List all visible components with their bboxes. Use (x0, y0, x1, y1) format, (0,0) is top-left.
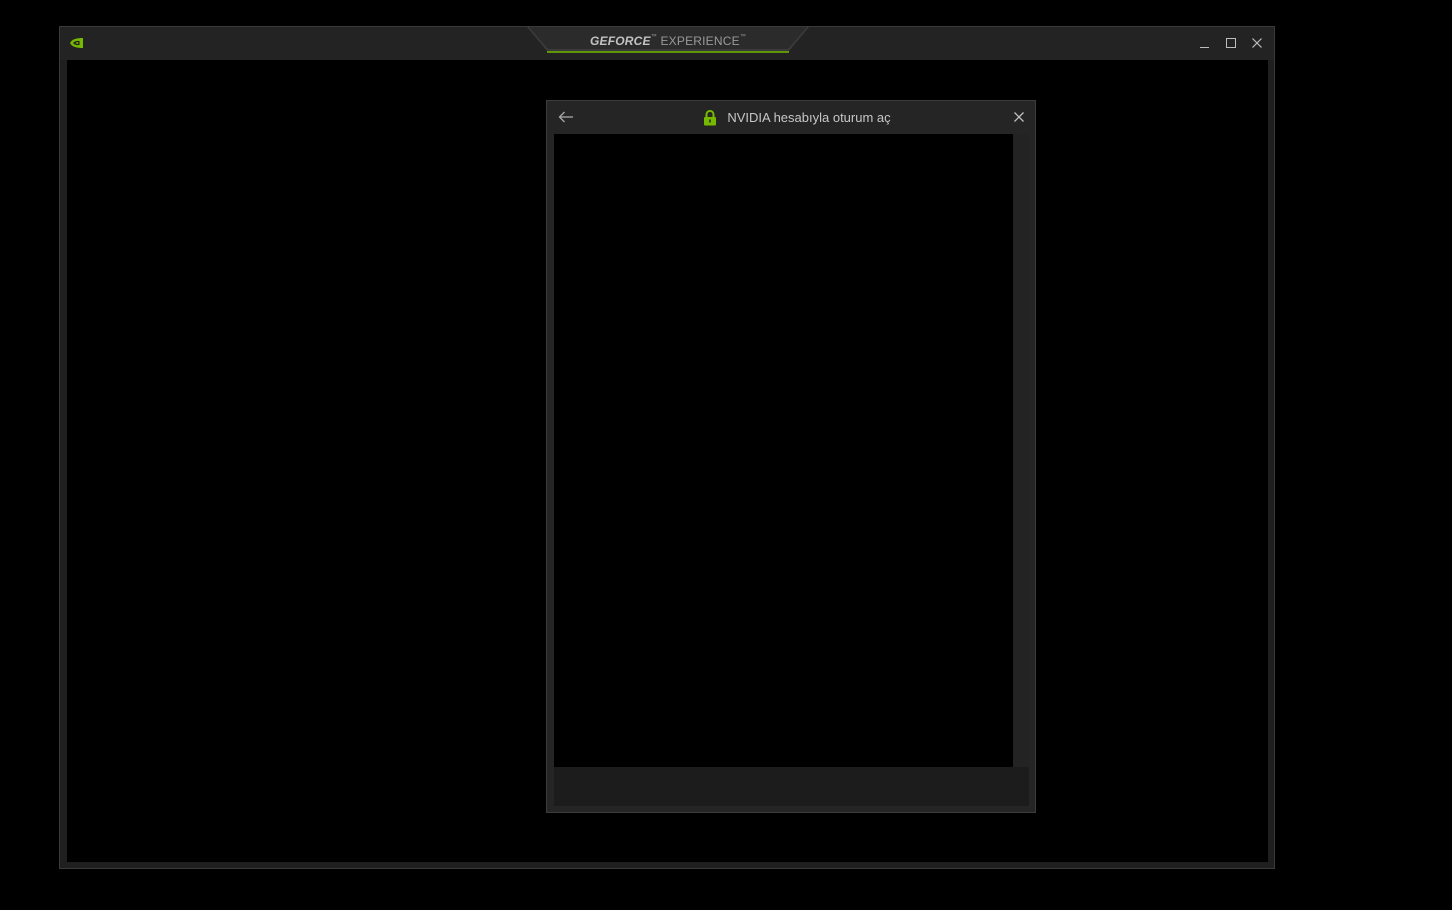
sign-in-webview-content[interactable] (554, 134, 1013, 767)
brand-primary: GEFORCE (589, 34, 651, 48)
webview-scrollbar[interactable] (1013, 134, 1029, 767)
close-button[interactable] (1244, 31, 1270, 55)
close-icon (1014, 112, 1024, 122)
brand-tab: GEFORCE™ EXPERIENCE™ (527, 27, 809, 55)
nvidia-logo-icon (70, 38, 83, 48)
dialog-title-group: NVIDIA hesabıyla oturum aç (547, 101, 1035, 134)
maximize-icon (1226, 38, 1236, 48)
window-controls (1192, 31, 1270, 55)
lock-icon (704, 109, 717, 125)
arrow-left-icon (558, 111, 573, 123)
brand-secondary: EXPERIENCE (660, 34, 740, 48)
close-icon (1252, 38, 1262, 48)
minimize-button[interactable] (1192, 31, 1218, 55)
sign-in-dialog: NVIDIA hesabıyla oturum aç (546, 100, 1036, 813)
dialog-title: NVIDIA hesabıyla oturum aç (727, 110, 891, 125)
webview-footer (554, 767, 1029, 806)
dialog-header: NVIDIA hesabıyla oturum aç (547, 101, 1035, 134)
dialog-close-button[interactable] (1008, 106, 1030, 128)
window-titlebar[interactable]: GEFORCE™ EXPERIENCE™ (60, 27, 1274, 60)
maximize-button[interactable] (1218, 31, 1244, 55)
sign-in-webview-frame (554, 134, 1029, 806)
brand-title: GEFORCE™ EXPERIENCE™ (589, 34, 747, 48)
back-button[interactable] (555, 106, 577, 128)
minimize-icon (1200, 47, 1209, 48)
